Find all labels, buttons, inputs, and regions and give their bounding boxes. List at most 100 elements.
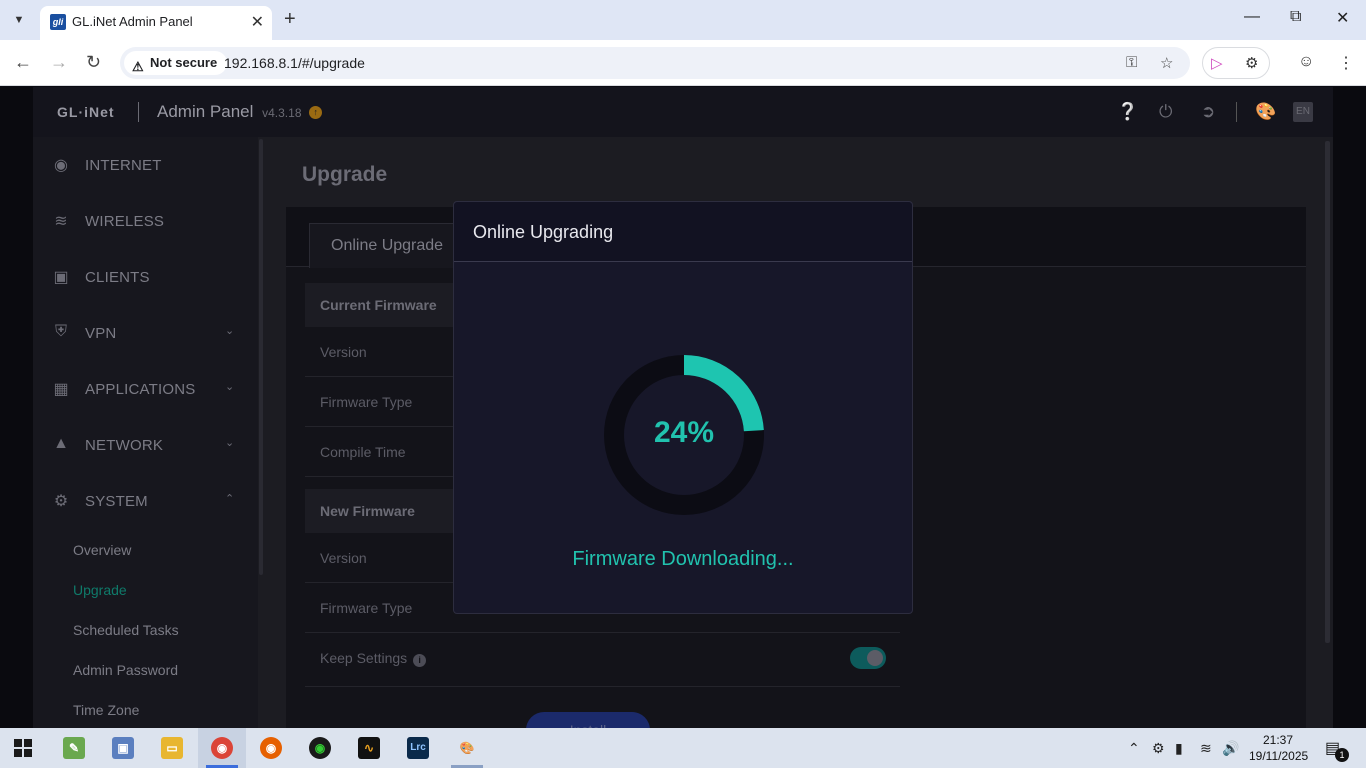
header-title-text: Admin Panel	[157, 102, 254, 121]
info-icon[interactable]: i	[413, 654, 427, 667]
sidebar-item-vpn[interactable]: ⛨ VPN ⌄	[33, 305, 258, 361]
power-icon[interactable]: ⏻	[1159, 102, 1172, 122]
sidebar-item-applications[interactable]: ▦ APPLICATIONS ⌄	[33, 361, 258, 417]
shield-icon: ⛨	[54, 323, 67, 340]
taskbar-app-chrome[interactable]: ◉	[198, 728, 246, 768]
clock-date: 19/11/2025	[1249, 749, 1309, 763]
chevron-down-icon: ⌄	[225, 381, 235, 393]
url-text[interactable]: 192.168.8.1/#/upgrade	[224, 55, 365, 71]
glinet-logo: GL·iNet	[57, 104, 115, 120]
logout-icon[interactable]: ➲	[1201, 102, 1215, 122]
security-chip[interactable]: ⚠ Not secure	[124, 51, 228, 75]
sidebar-subitem-overview[interactable]: Overview	[73, 542, 131, 558]
minimize-window-icon[interactable]: —	[1244, 8, 1260, 26]
language-button[interactable]: EN	[1293, 102, 1313, 122]
volume-icon[interactable]: 🔊	[1222, 740, 1239, 757]
new-tab-plus-icon[interactable]: +	[284, 8, 296, 31]
page-scrollbar[interactable]	[1325, 141, 1330, 643]
sidebar-item-label: VPN	[85, 325, 117, 342]
extension-play-icon[interactable]: ▷	[1211, 54, 1223, 72]
folder-icon: ▭	[161, 737, 183, 759]
toggle-knob	[867, 650, 883, 666]
sidebar-item-label: WIRELESS	[85, 213, 165, 230]
tray-device-icon[interactable]: ⚙	[1152, 740, 1165, 757]
keep-settings-row: Keep Settings i	[305, 633, 900, 687]
taskbar-app-explorer[interactable]: ▭	[148, 728, 196, 768]
header-title: Admin Panel v4.3.18 ↑	[157, 102, 323, 122]
wifi-tray-icon[interactable]: ≋	[1200, 740, 1212, 757]
progress-ring: 24%	[603, 354, 765, 516]
battery-icon[interactable]: ▮	[1175, 740, 1183, 757]
sidebar-item-system[interactable]: ⚙ SYSTEM ⌃	[33, 473, 258, 529]
taskbar-app-firefox[interactable]: ◉	[247, 728, 295, 768]
firefox-icon: ◉	[260, 737, 282, 759]
taskbar-app-paint[interactable]: 🎨	[443, 728, 491, 768]
network-tool-icon: ▣	[112, 737, 134, 759]
browser-tab[interactable]: gli GL.iNet Admin Panel ✕	[40, 6, 272, 40]
header-divider-2	[1236, 102, 1237, 122]
help-icon[interactable]: ❔	[1117, 102, 1138, 122]
keep-settings-label: Keep Settings	[320, 650, 408, 666]
progress-percent: 24%	[653, 416, 715, 449]
reload-icon[interactable]: ↻	[86, 52, 101, 73]
devices-icon: ▣	[53, 269, 69, 286]
sidebar-item-label: NETWORK	[85, 437, 164, 454]
header-divider	[138, 102, 139, 122]
sidebar-item-label: APPLICATIONS	[85, 381, 196, 398]
password-key-icon[interactable]: ⚿	[1126, 54, 1137, 71]
taskbar-app-network[interactable]: ▣	[99, 728, 147, 768]
windows-start-icon[interactable]	[14, 739, 32, 757]
taskbar-app-media[interactable]: ∿	[345, 728, 393, 768]
chevron-down-icon: ⌄	[225, 325, 235, 337]
forward-arrow-icon[interactable]: →	[50, 52, 68, 73]
chrome-icon: ◉	[211, 737, 233, 759]
sidebar-item-internet[interactable]: ◉ INTERNET	[33, 137, 258, 193]
tab-search-chevron-icon[interactable]: ▼	[8, 9, 30, 31]
firmware-version-label: v4.3.18	[262, 106, 302, 120]
sidebar-subitem-scheduled-tasks[interactable]: Scheduled Tasks	[73, 622, 179, 638]
browser-menu-icon[interactable]: ⋮	[1338, 53, 1354, 73]
film-reel-icon: ◉	[309, 737, 331, 759]
windows-taskbar: ✎ ▣ ▭ ◉ ◉ ◉ ∿ Lrc 🎨 ⌃ ⚙ ▮ ≋ 🔊 21:37 19/1…	[0, 728, 1366, 768]
media-app-icon: ∿	[358, 737, 380, 759]
tab-close-icon[interactable]: ✕	[251, 12, 264, 32]
chevron-up-icon: ⌃	[225, 493, 235, 505]
sidebar-subitem-admin-password[interactable]: Admin Password	[73, 662, 178, 678]
taskbar-app-lightroom[interactable]: Lrc	[394, 728, 442, 768]
profile-icon[interactable]: ☺	[1298, 53, 1314, 71]
install-button[interactable]: Install	[526, 712, 650, 728]
sidebar-item-label: INTERNET	[85, 157, 162, 174]
extensions-group: ▷ ⚙	[1202, 47, 1270, 79]
notification-count-badge: 1	[1335, 748, 1349, 762]
taskbar-app-notepad[interactable]: ✎	[50, 728, 98, 768]
taskbar-app-film[interactable]: ◉	[296, 728, 344, 768]
sidebar-item-network[interactable]: ▲ NETWORK ⌄	[33, 417, 258, 473]
row-label: Firmware Type	[320, 394, 413, 410]
close-window-icon[interactable]: ✕	[1336, 8, 1349, 28]
sidebar-item-wireless[interactable]: ≋ WIRELESS	[33, 193, 258, 249]
row-label: Version	[320, 344, 367, 360]
dialog-header: Online Upgrading	[454, 202, 912, 262]
back-arrow-icon[interactable]: ←	[14, 52, 32, 73]
restore-window-icon[interactable]: ⧉	[1290, 8, 1301, 26]
keep-settings-toggle[interactable]	[850, 647, 886, 669]
address-bar[interactable]: ⚠ Not secure 192.168.8.1/#/upgrade ⚿ ☆	[120, 47, 1190, 79]
wifi-icon: ≋	[54, 213, 68, 230]
update-available-icon[interactable]: ↑	[309, 106, 323, 120]
bookmark-star-icon[interactable]: ☆	[1160, 54, 1173, 72]
theme-palette-icon[interactable]: 🎨	[1255, 102, 1276, 122]
paint-palette-icon: 🎨	[456, 737, 478, 759]
security-label: Not secure	[150, 55, 218, 70]
sidebar-subitem-upgrade[interactable]: Upgrade	[73, 582, 127, 598]
glinet-favicon-icon: gli	[50, 14, 66, 30]
taskbar-clock[interactable]: 21:37 19/11/2025	[1249, 732, 1309, 764]
tray-overflow-chevron-icon[interactable]: ⌃	[1128, 740, 1140, 757]
sidebar-item-clients[interactable]: ▣ CLIENTS	[33, 249, 258, 305]
tab-title: GL.iNet Admin Panel	[72, 14, 193, 29]
sidebar-item-label: SYSTEM	[85, 493, 148, 510]
warning-triangle-icon: ⚠	[132, 59, 144, 74]
extensions-puzzle-icon[interactable]: ⚙	[1245, 54, 1258, 72]
sidebar-scrollbar[interactable]	[259, 139, 263, 575]
sidebar-subitem-time-zone[interactable]: Time Zone	[73, 702, 139, 718]
chevron-down-icon: ⌄	[225, 437, 235, 449]
